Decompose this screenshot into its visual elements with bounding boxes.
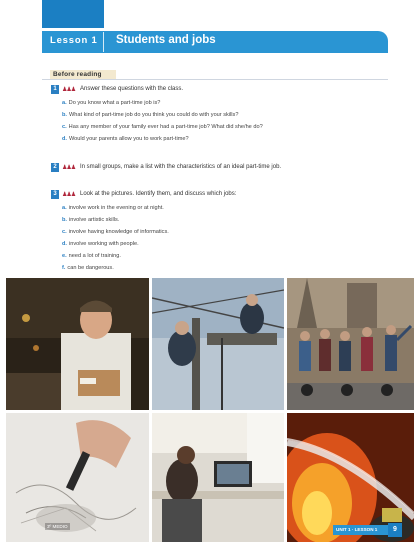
- page-number: 9: [388, 523, 402, 537]
- question-3-number: 3: [51, 190, 59, 199]
- sketching-artist-photo: [6, 413, 149, 542]
- question-1-text: Answer these questions with the class.: [80, 86, 184, 92]
- computer-worker-photo: [152, 413, 284, 542]
- question-1-item-a: a. Do you know what a part-time job is?: [62, 100, 161, 106]
- electricians-photo: [152, 278, 284, 410]
- unit-lesson-label: UNIT 1 · LESSON 1: [333, 525, 392, 535]
- question-3-item-a: a. involve work in the evening or at nigh…: [62, 205, 164, 211]
- question-3-item-e: e. need a lot of training.: [62, 253, 121, 259]
- question-3-text: Look at the pictures. Identify them, and…: [80, 191, 237, 197]
- delivery-man-photo: [6, 278, 149, 410]
- grade-label: 3º MEDIO: [45, 523, 70, 530]
- lesson-label: Lesson 1: [50, 35, 98, 46]
- question-2-text: In small groups, make a list with the ch…: [80, 164, 282, 170]
- segway-tour-photo: [287, 278, 414, 410]
- question-3-item-c: c. involve having knowledge of informatic…: [62, 229, 169, 235]
- question-3-item-b: b. involve artistic skills.: [62, 217, 120, 223]
- question-1-item-d: d. Would your parents allow you to work p…: [62, 136, 189, 142]
- section-rule: [42, 79, 388, 80]
- question-1-item-b: b. What kind of part-time job do you thin…: [62, 112, 239, 118]
- question-3-item-f: f. can be dangerous.: [62, 265, 114, 271]
- group-work-icon: ♟♟♟: [62, 192, 76, 198]
- question-2-number: 2: [51, 163, 59, 172]
- question-3-item-d: d. involve working with people.: [62, 241, 139, 247]
- lesson-title: Students and jobs: [116, 34, 216, 46]
- question-1-item-c: c. Has any member of your family ever had…: [62, 124, 263, 130]
- lesson-divider: [103, 32, 104, 52]
- group-work-icon: ♟♟♟: [62, 87, 76, 93]
- header-tab: [42, 0, 104, 28]
- question-1-number: 1: [51, 85, 59, 94]
- group-work-icon: ♟♟♟: [62, 165, 76, 171]
